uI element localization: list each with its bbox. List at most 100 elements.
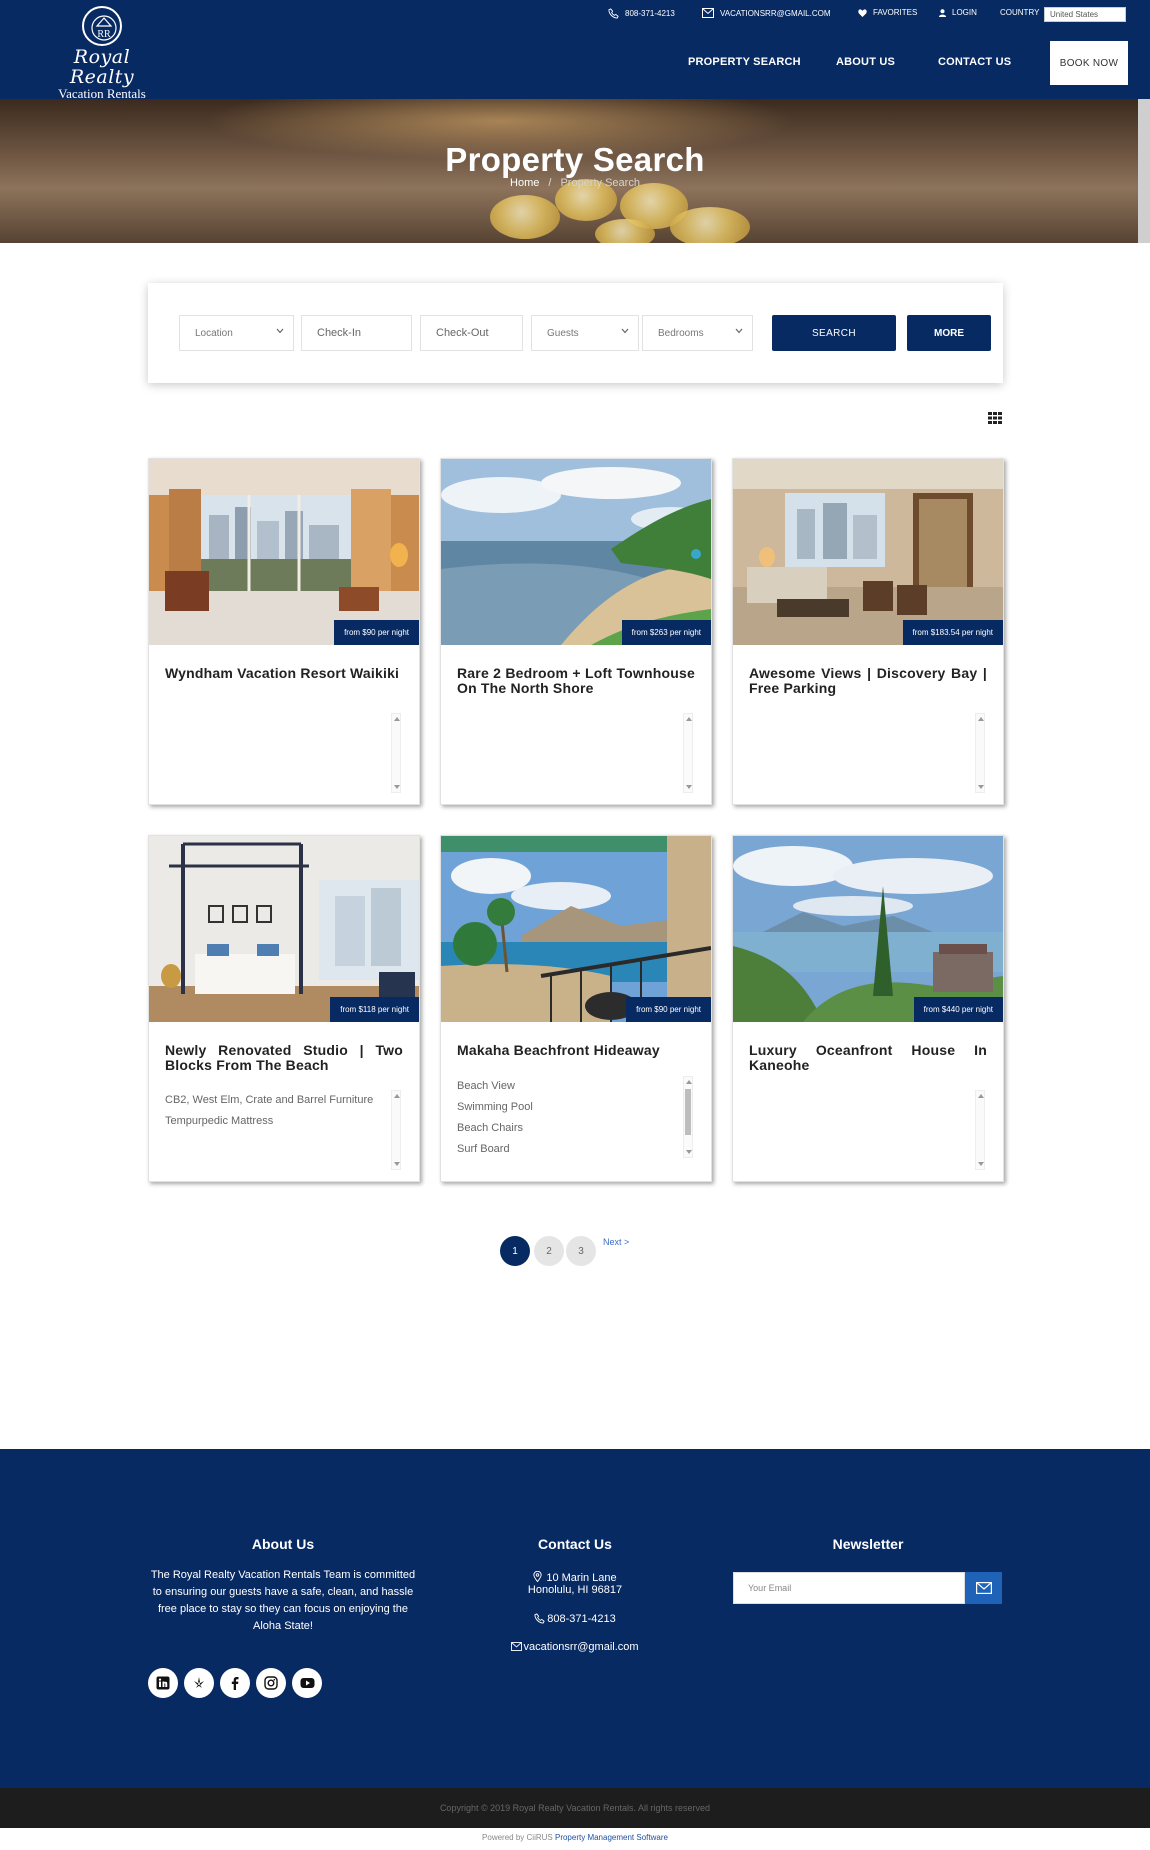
topbar-favorites-text: FAVORITES [873, 8, 918, 17]
listing-card[interactable]: from $90 per night Wyndham Vacation Reso… [148, 458, 420, 805]
amenities-scrollbar[interactable] [391, 1090, 401, 1170]
envelope-icon [975, 1582, 992, 1594]
price-badge: from $90 per night [626, 997, 711, 1022]
topbar-phone[interactable]: 808-371-4213 [608, 8, 675, 19]
crest-icon: RR [82, 6, 122, 46]
check-out-input[interactable]: Check-Out [420, 315, 523, 351]
listing-card[interactable]: from $263 per night Rare 2 Bedroom + Lof… [440, 458, 712, 805]
search-button[interactable]: SEARCH [772, 315, 896, 351]
hero-banner: Property Search Home / Property Search [0, 99, 1150, 243]
listing-photo[interactable]: from $440 per night [733, 836, 1003, 1022]
heart-icon [858, 8, 867, 17]
amenities-scrollbar[interactable] [683, 713, 693, 793]
topbar-login-text: LOGIN [952, 8, 977, 17]
map-pin-icon [533, 1570, 542, 1583]
newsletter-submit-button[interactable] [965, 1572, 1002, 1604]
page-3-button[interactable]: 3 [566, 1236, 596, 1266]
topbar-favorites[interactable]: FAVORITES [858, 8, 917, 17]
powered-by-link[interactable]: Property Management Software [555, 1833, 668, 1842]
listing-card[interactable]: from $440 per night Luxury Oceanfront Ho… [732, 835, 1004, 1182]
powered-by-prefix: Powered by CiiRUS [482, 1833, 553, 1842]
price-badge: from $90 per night [334, 620, 419, 645]
breadcrumb-current: Property Search [560, 177, 640, 189]
guests-select[interactable]: Guests [531, 315, 639, 351]
location-select[interactable]: Location [179, 315, 294, 351]
footer-about-text: The Royal Realty Vacation Rentals Team i… [150, 1569, 416, 1632]
listing-title[interactable]: Awesome Views | Discovery Bay | Free Par… [749, 666, 987, 696]
amenity-item: Swimming Pool [457, 1101, 533, 1113]
listing-photo[interactable]: from $263 per night [441, 459, 711, 645]
footer-about-title: About Us [251, 1536, 315, 1552]
listing-title[interactable]: Rare 2 Bedroom + Loft Townhouse On The N… [457, 666, 695, 696]
envelope-icon [511, 1642, 523, 1651]
grid-view-icon[interactable] [988, 412, 1002, 424]
country-select[interactable]: United States [1044, 7, 1126, 22]
footer-phone-text: 808-371-4213 [547, 1613, 616, 1625]
flower-petal [490, 195, 560, 239]
page-1-button[interactable]: 1 [500, 1236, 530, 1266]
nav-contact-us[interactable]: CONTACT US [938, 56, 1011, 68]
site-logo[interactable]: RR Royal Realty Vacation Rentals [40, 6, 164, 101]
footer-phone[interactable]: 808-371-4213 [470, 1613, 680, 1625]
site-header: RR Royal Realty Vacation Rentals 808-371… [0, 0, 1150, 101]
logo-script-text: Royal Realty [69, 46, 135, 88]
listing-card[interactable]: from $183.54 per night Awesome Views | D… [732, 458, 1004, 805]
property-search-form: Location Check-In Check-Out Guests Bedro… [148, 283, 1003, 383]
footer-address-line1: 10 Marin Lane [546, 1572, 617, 1584]
phone-icon [608, 8, 619, 19]
amenities-scrollbar[interactable] [975, 1090, 985, 1170]
page-title: Property Search [445, 141, 705, 178]
linkedin-icon[interactable] [148, 1668, 178, 1698]
amenities-scrollbar[interactable] [391, 713, 401, 793]
amenity-item: Beach View [457, 1080, 515, 1092]
chevron-down-icon [276, 328, 284, 334]
price-badge: from $118 per night [330, 997, 419, 1022]
listing-title[interactable]: Wyndham Vacation Resort Waikiki [165, 666, 403, 681]
listing-title[interactable]: Newly Renovated Studio | Two Blocks From… [165, 1043, 403, 1073]
guests-select-label: Guests [547, 327, 579, 339]
topbar-phone-text: 808-371-4213 [625, 9, 675, 18]
breadcrumb-separator: / [548, 177, 552, 189]
yelp-icon[interactable] [184, 1668, 214, 1698]
youtube-icon[interactable] [292, 1668, 322, 1698]
listing-photo[interactable]: from $90 per night [149, 459, 419, 645]
footer-email-text: vacationsrr@gmail.com [523, 1641, 639, 1653]
bedrooms-select-label: Bedrooms [658, 327, 704, 339]
listing-photo[interactable]: from $183.54 per night [733, 459, 1003, 645]
book-now-button[interactable]: BOOK NOW [1050, 41, 1128, 85]
next-page-link[interactable]: Next > [603, 1237, 629, 1247]
nav-property-search[interactable]: PROPERTY SEARCH [688, 56, 801, 68]
newsletter-email-input[interactable]: Your Email [733, 1572, 965, 1604]
envelope-icon [702, 8, 714, 18]
flower-petal [670, 207, 750, 243]
facebook-icon[interactable] [220, 1668, 250, 1698]
bedrooms-select[interactable]: Bedrooms [642, 315, 753, 351]
amenities-scrollbar[interactable] [683, 1076, 693, 1158]
listing-card[interactable]: from $118 per night Newly Renovated Stud… [148, 835, 420, 1182]
listing-card[interactable]: from $90 per night Makaha Beachfront Hid… [440, 835, 712, 1182]
site-footer: About Us The Royal Realty Vacation Renta… [0, 1449, 1150, 1788]
chevron-down-icon [621, 328, 629, 334]
user-icon [939, 8, 946, 17]
nav-about-us[interactable]: ABOUT US [836, 56, 895, 68]
page-2-button[interactable]: 2 [534, 1236, 564, 1266]
powered-by: Powered by CiiRUS Property Management So… [0, 1833, 1150, 1842]
more-filters-button[interactable]: MORE [907, 315, 991, 351]
check-in-input[interactable]: Check-In [301, 315, 412, 351]
footer-email[interactable]: vacationsrr@gmail.com [470, 1641, 680, 1653]
instagram-icon[interactable] [256, 1668, 286, 1698]
topbar-email[interactable]: VACATIONSRR@GMAIL.COM [702, 8, 831, 18]
footer-address-line2: Honolulu, HI 96817 [527, 1584, 623, 1596]
listing-title[interactable]: Makaha Beachfront Hideaway [457, 1043, 695, 1058]
listing-title[interactable]: Luxury Oceanfront House In Kaneohe [749, 1043, 987, 1073]
chevron-down-icon [735, 328, 743, 334]
amenity-item: Surf Board [457, 1143, 510, 1155]
breadcrumb: Home / Property Search [0, 177, 1150, 189]
listing-photo[interactable]: from $118 per night [149, 836, 419, 1022]
amenities-scrollbar[interactable] [975, 713, 985, 793]
flower-petal [595, 219, 655, 243]
breadcrumb-home[interactable]: Home [510, 177, 539, 189]
topbar-login[interactable]: LOGIN [939, 8, 977, 17]
amenities-list: CB2, West Elm, Crate and Barrel Furnitur… [165, 1090, 385, 1132]
listing-photo[interactable]: from $90 per night [441, 836, 711, 1022]
